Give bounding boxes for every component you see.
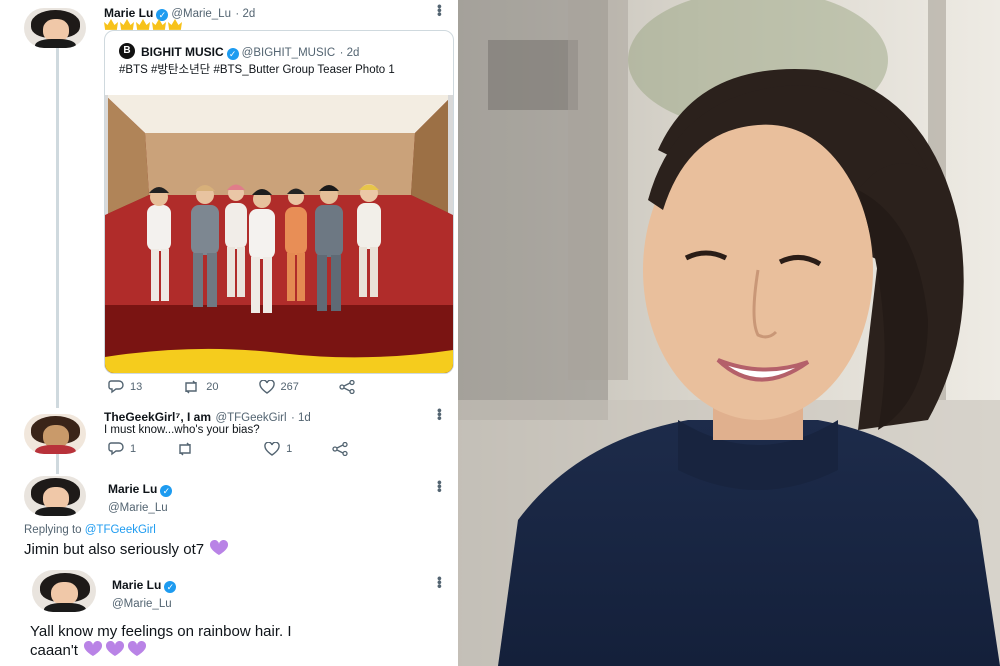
share-icon	[339, 380, 355, 394]
heart-icon	[258, 380, 275, 394]
crown-icon	[152, 19, 166, 30]
verified-badge-icon: ✓	[226, 48, 239, 60]
avatar[interactable]	[32, 570, 96, 612]
tweet-thread-panel: Marie Lu ✓ @Marie_Lu · 2d ••• B BIGHIT MUS…	[0, 0, 455, 666]
author-name[interactable]: TheGeekGirl⁷, I am	[104, 410, 211, 424]
tweet-text: I must know...who's your bias?	[104, 424, 260, 436]
bighit-logo-icon: B	[119, 43, 135, 59]
verified-badge-icon: ✓	[160, 485, 173, 497]
like-count: 1	[286, 443, 293, 455]
retweet-icon	[179, 442, 191, 456]
quoted-tweet[interactable]: B BIGHIT MUSIC ✓ @BIGHIT_MUSIC · 2d #BTS #…	[104, 30, 454, 374]
portrait-photo	[458, 0, 1000, 666]
tweet-time[interactable]: · 1d	[291, 412, 311, 424]
retweet-button[interactable]: 20	[182, 380, 219, 394]
purple-heart-icon	[128, 641, 147, 656]
like-count: 267	[280, 381, 299, 393]
share-button[interactable]	[332, 442, 354, 456]
share-button[interactable]	[339, 380, 361, 394]
tweet-time[interactable]: · 2d	[235, 8, 255, 20]
quoted-author-handle: @BIGHIT_MUSIC	[241, 47, 336, 59]
purple-heart-icon	[106, 641, 125, 656]
heart-icon	[264, 442, 280, 456]
reply-count: 1	[130, 443, 137, 455]
crown-icon	[104, 19, 118, 30]
tweet-text: caaan't	[30, 642, 78, 659]
author-handle[interactable]: @TFGeekGirl	[215, 412, 286, 424]
quoted-text: #BTS #방탄소년단 #BTS_Butter Group Teaser Pho…	[119, 64, 395, 76]
more-options-icon[interactable]: •••	[432, 576, 448, 588]
thread-connector	[56, 452, 59, 474]
reply-button[interactable]: 13	[108, 380, 142, 394]
replying-to-line: Replying to @TFGeekGirl	[24, 524, 156, 536]
author-name[interactable]: Marie Lu	[112, 578, 161, 592]
verified-badge-icon: ✓	[164, 581, 177, 593]
share-icon	[332, 442, 348, 456]
crown-emoji-row	[104, 16, 184, 30]
quoted-header: BIGHIT MUSIC ✓ @BIGHIT_MUSIC · 2d	[141, 43, 359, 61]
retweet-button[interactable]	[176, 442, 200, 456]
replying-to-handle[interactable]: @TFGeekGirl	[85, 524, 156, 536]
reply-icon	[108, 380, 124, 394]
crown-icon	[168, 19, 182, 30]
tweet-actions: 13 20 267	[108, 380, 401, 394]
tweet-text: Yall know my feelings on rainbow hair. I	[30, 623, 292, 640]
group-photo[interactable]	[105, 95, 453, 373]
more-options-icon[interactable]: •••	[432, 4, 448, 16]
replying-to-label: Replying to	[24, 524, 82, 536]
avatar[interactable]	[24, 476, 86, 516]
reply-text-row: Jimin but also seriously ot7	[24, 540, 230, 558]
retweet-icon	[185, 380, 197, 394]
reply-icon	[108, 442, 124, 456]
reply-button[interactable]: 1	[108, 442, 136, 456]
more-options-icon[interactable]: •••	[432, 480, 448, 492]
quoted-author-name: BIGHIT MUSIC	[141, 45, 224, 59]
author-block: Marie Lu ✓ @Marie_Lu	[112, 576, 179, 610]
author-name[interactable]: Marie Lu	[108, 482, 157, 496]
group-photo-illustration	[105, 95, 453, 373]
avatar[interactable]	[24, 8, 86, 48]
crown-icon	[120, 19, 134, 30]
author-handle[interactable]: @Marie_Lu	[108, 502, 175, 514]
more-options-icon[interactable]: •••	[432, 408, 448, 420]
tweet-text-block: Yall know my feelings on rainbow hair. I…	[30, 622, 450, 660]
purple-heart-icon	[84, 641, 103, 656]
thread-connector	[56, 48, 59, 408]
tweet-actions: 1 1	[108, 442, 394, 456]
like-button[interactable]: 1	[264, 442, 292, 456]
author-handle[interactable]: @Marie_Lu	[112, 598, 179, 610]
crown-icon	[136, 19, 150, 30]
portrait-illustration	[458, 0, 1000, 666]
quoted-time: · 2d	[339, 47, 360, 59]
tweet-text: Jimin but also seriously ot7	[24, 541, 205, 558]
author-block: Marie Lu ✓ @Marie_Lu	[108, 480, 175, 514]
retweet-count: 20	[206, 381, 219, 393]
like-button[interactable]: 267	[258, 380, 299, 394]
purple-heart-icon	[210, 540, 229, 555]
reply-count: 13	[130, 381, 143, 393]
avatar[interactable]	[24, 414, 86, 454]
